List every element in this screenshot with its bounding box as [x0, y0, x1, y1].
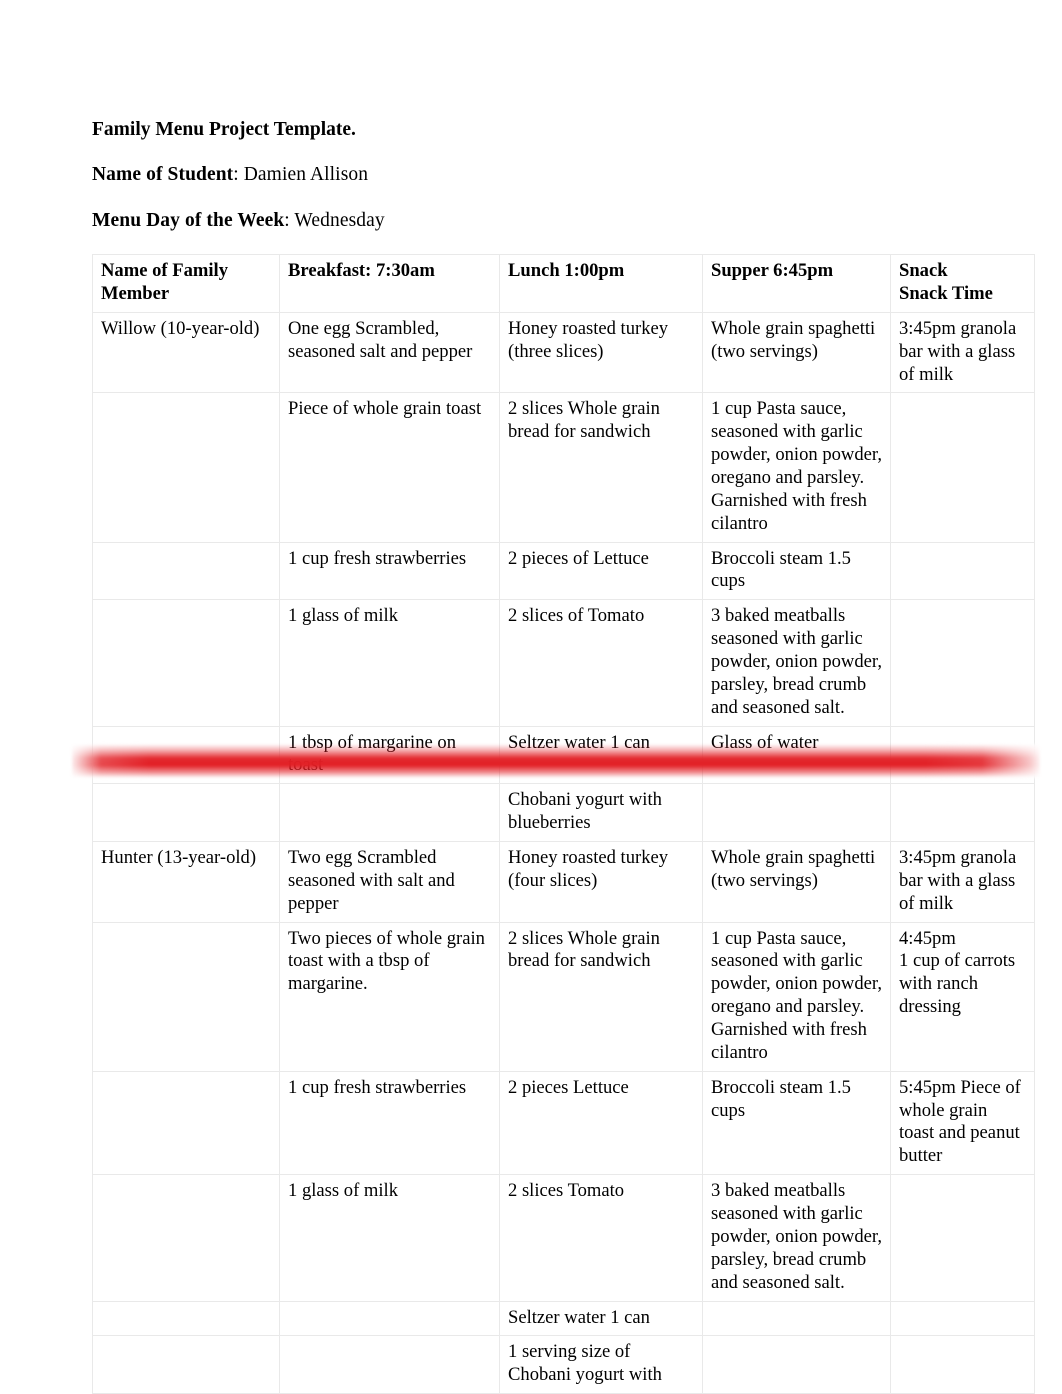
snack-cell: 4:45pm 1 cup of carrots with ranch dressi… — [890, 921, 1035, 1072]
table-row: Seltzer water 1 can — [92, 1300, 1035, 1337]
member-name-cell-empty — [92, 725, 280, 785]
table-row: Hunter (13-year-old) Two egg Scrambled se… — [92, 841, 1035, 923]
table-row: 1 glass of milk 2 slices of Tomato 3 baked… — [92, 599, 1035, 727]
column-header-lunch: Lunch 1:00pm — [499, 254, 703, 313]
lunch-cell: Honey roasted turkey (three slices) — [499, 311, 703, 394]
snack-cell — [890, 1174, 1035, 1302]
supper-cell: 1 cup Pasta sauce, seasoned with garlic … — [702, 392, 891, 543]
lunch-cell: Seltzer water 1 can — [499, 725, 703, 785]
document-page: Family Menu Project Template. Name of St… — [0, 0, 1062, 1394]
member-name-cell: Hunter (13-year-old) — [92, 841, 280, 923]
snack-cell — [890, 599, 1035, 727]
table-header-row: Name of Family Member Breakfast: 7:30am L… — [92, 254, 1035, 313]
member-name-cell-empty — [92, 392, 280, 543]
snack-cell: 3:45pm granola bar with a glass of milk — [890, 311, 1035, 394]
table-row: 1 tbsp of margarine on toast Seltzer wate… — [92, 725, 1035, 785]
lunch-cell: 2 pieces of Lettuce — [499, 541, 703, 601]
snack-cell: 3:45pm granola bar with a glass of milk — [890, 841, 1035, 923]
table-row: 1 cup fresh strawberries 2 pieces Lettuce… — [92, 1070, 1035, 1176]
member-name-cell-empty — [92, 783, 280, 843]
lunch-cell: 2 pieces Lettuce — [499, 1070, 703, 1176]
table-row: Chobani yogurt with blueberries — [92, 783, 1035, 843]
lunch-cell: Seltzer water 1 can — [499, 1300, 703, 1337]
breakfast-cell — [279, 1335, 500, 1394]
day-value: : Wednesday — [284, 209, 385, 231]
table-row: 1 serving size of Chobani yogurt with — [92, 1335, 1035, 1394]
breakfast-cell: Piece of whole grain toast — [279, 392, 500, 543]
breakfast-cell: 1 glass of milk — [279, 1174, 500, 1302]
member-name-cell-empty — [92, 541, 280, 601]
document-body: Family Menu Project Template. Name of St… — [92, 118, 1035, 1394]
snack-cell — [890, 783, 1035, 843]
snack-cell — [890, 541, 1035, 601]
column-header-breakfast: Breakfast: 7:30am — [279, 254, 500, 313]
table-row: Two pieces of whole grain toast with a t… — [92, 921, 1035, 1072]
snack-cell: 5:45pm Piece of whole grain toast and pe… — [890, 1070, 1035, 1176]
member-name-cell: Willow (10-year-old) — [92, 311, 280, 394]
snack-cell — [890, 1335, 1035, 1394]
header-snack-line1: Snack — [899, 260, 948, 282]
supper-cell: Whole grain spaghetti (two servings) — [702, 311, 891, 394]
breakfast-cell: 1 cup fresh strawberries — [279, 1070, 500, 1176]
lunch-cell: 2 slices Whole grain bread for sandwich — [499, 921, 703, 1072]
header-member-line2: Member — [101, 282, 170, 304]
day-line: Menu Day of the Week: Wednesday — [92, 209, 1034, 233]
breakfast-cell: 1 glass of milk — [279, 599, 500, 727]
lunch-cell: Honey roasted turkey (four slices) — [499, 841, 703, 923]
family-menu-table: Name of Family Member Breakfast: 7:30am L… — [92, 254, 1035, 1394]
page-title: Family Menu Project Template. — [92, 119, 356, 140]
lunch-cell: 2 slices of Tomato — [499, 599, 703, 727]
member-name-cell-empty — [92, 1335, 280, 1394]
lunch-cell: 2 slices Tomato — [499, 1174, 703, 1302]
student-label: Name of Student — [92, 164, 234, 186]
breakfast-cell: 1 cup fresh strawberries — [279, 541, 500, 601]
supper-cell: 3 baked meatballs seasoned with garlic p… — [702, 599, 891, 727]
supper-cell: Whole grain spaghetti (two servings) — [702, 841, 891, 923]
supper-cell — [702, 1335, 891, 1394]
supper-cell — [702, 1300, 891, 1337]
header-member-line1: Name of Family — [101, 260, 229, 282]
breakfast-cell: Two pieces of whole grain toast with a t… — [279, 921, 500, 1072]
supper-cell: Broccoli steam 1.5 cups — [702, 541, 891, 601]
table-row: 1 cup fresh strawberries 2 pieces of Lett… — [92, 541, 1035, 601]
table-row: Willow (10-year-old) One egg Scrambled, s… — [92, 311, 1035, 394]
supper-cell: 3 baked meatballs seasoned with garlic p… — [702, 1174, 891, 1302]
breakfast-cell: 1 tbsp of margarine on toast — [279, 725, 500, 785]
member-name-cell-empty — [92, 921, 280, 1072]
breakfast-cell: One egg Scrambled, seasoned salt and pep… — [279, 311, 500, 394]
column-header-member: Name of Family Member — [92, 254, 280, 313]
supper-cell: Broccoli steam 1.5 cups — [702, 1070, 891, 1176]
supper-cell: 1 cup Pasta sauce, seasoned with garlic … — [702, 921, 891, 1072]
table-body: Willow (10-year-old) One egg Scrambled, s… — [92, 311, 1035, 1394]
header-snack-line2: Snack Time — [899, 282, 993, 304]
student-value: : Damien Allison — [233, 164, 369, 186]
member-name-cell-empty — [92, 1300, 280, 1337]
table-row: Piece of whole grain toast 2 slices Whole… — [92, 392, 1035, 543]
breakfast-cell: Two egg Scrambled seasoned with salt and… — [279, 841, 500, 923]
lunch-cell: Chobani yogurt with blueberries — [499, 783, 703, 843]
snack-cell — [890, 1300, 1035, 1337]
member-name-cell-empty — [92, 1070, 280, 1176]
table-row: 1 glass of milk 2 slices Tomato 3 baked me… — [92, 1174, 1035, 1302]
supper-cell — [702, 783, 891, 843]
lunch-cell: 2 slices Whole grain bread for sandwich — [499, 392, 703, 543]
snack-cell — [890, 725, 1035, 785]
day-label: Menu Day of the Week — [92, 209, 285, 231]
student-line: Name of Student: Damien Allison — [92, 163, 1034, 187]
breakfast-cell — [279, 1300, 500, 1337]
breakfast-cell — [279, 783, 500, 843]
column-header-snack: Snack Snack Time — [890, 254, 1035, 313]
supper-cell: Glass of water — [702, 725, 891, 785]
column-header-supper: Supper 6:45pm — [702, 254, 891, 313]
lunch-cell: 1 serving size of Chobani yogurt with — [499, 1335, 703, 1394]
member-name-cell-empty — [92, 1174, 280, 1302]
member-name-cell-empty — [92, 599, 280, 727]
snack-cell — [890, 392, 1035, 543]
